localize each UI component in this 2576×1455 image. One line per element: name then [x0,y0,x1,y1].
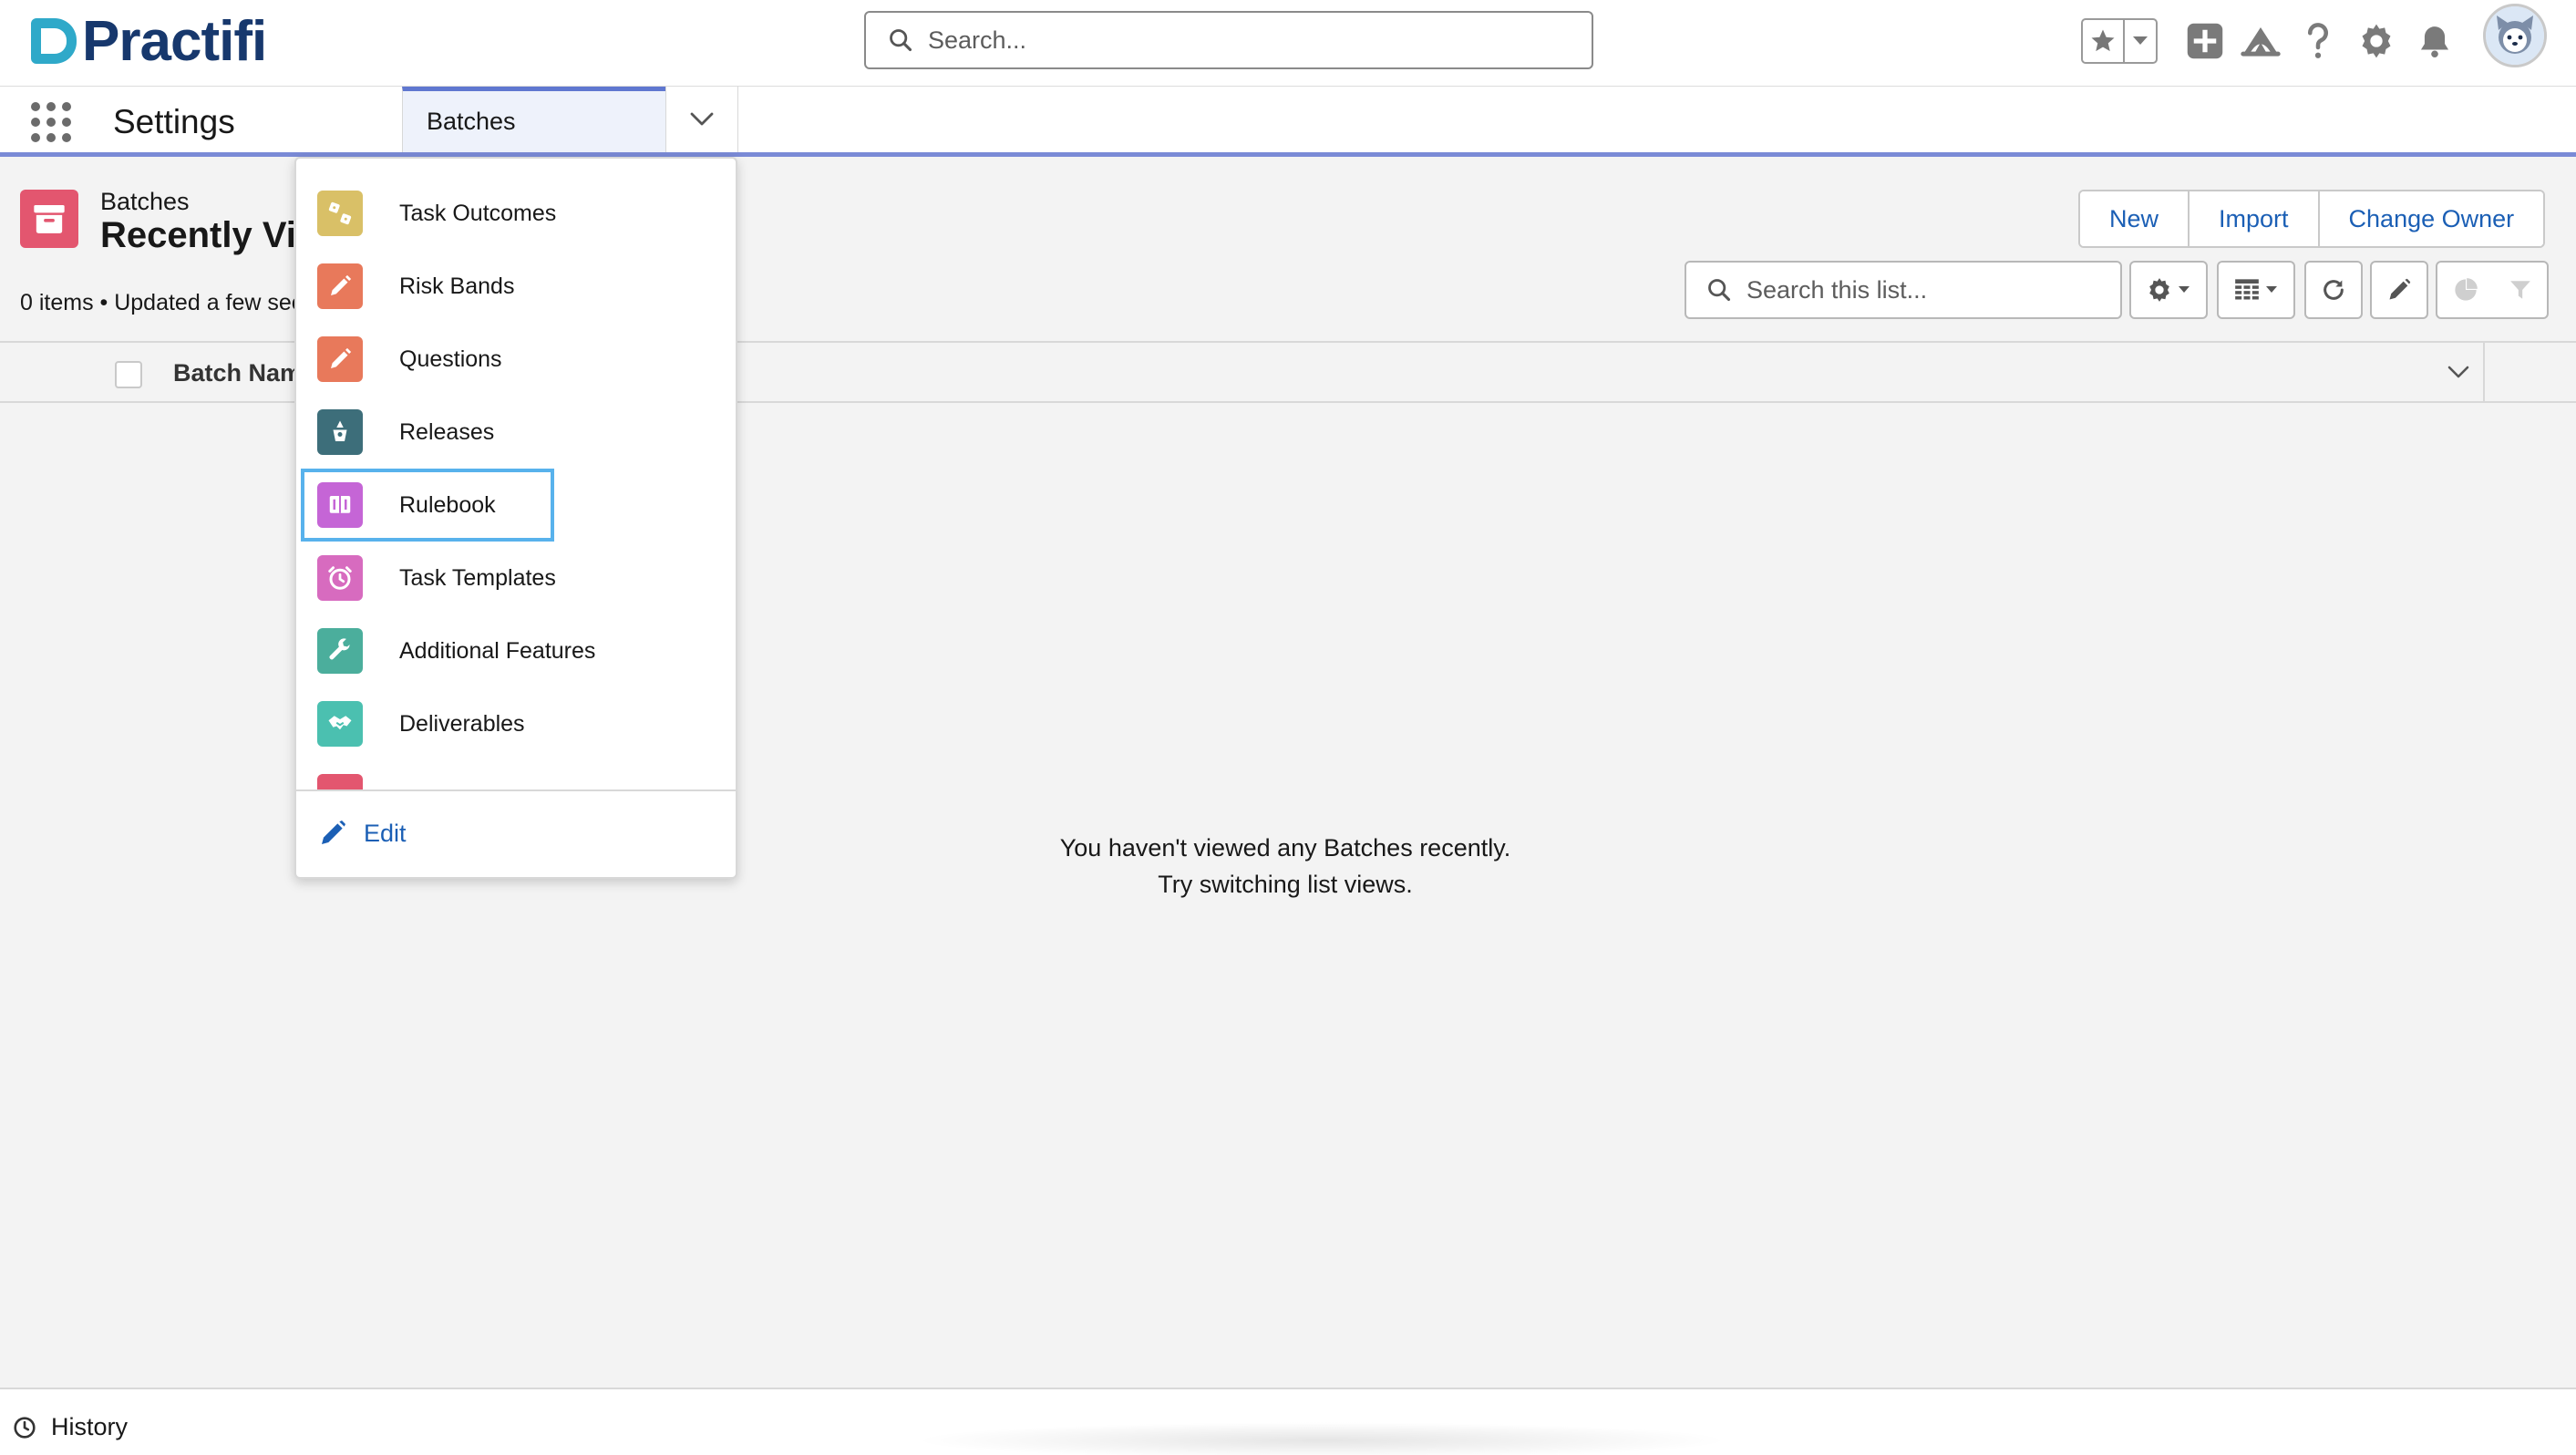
global-search-input[interactable] [928,26,1566,55]
gear-icon [2149,278,2169,302]
empty-state-line-2: Try switching list views. [1158,871,1413,898]
menu-item-questions[interactable]: Questions [296,323,736,396]
avatar[interactable] [2483,4,2547,67]
list-search-input[interactable] [1747,275,2111,304]
chevron-down-icon [2133,36,2148,45]
menu-item-label: Task Templates [399,564,556,591]
nav-tab-batches[interactable]: Batches [402,87,665,152]
menu-item-deliverables[interactable]: Deliverables [296,687,736,760]
nav-items-dropdown-menu: Task Outcomes Risk Bands Questions Relea… [294,157,737,879]
global-header: Practifi [0,0,2576,87]
list-view-controls-button[interactable] [2129,261,2208,319]
menu-item-task-templates[interactable]: Task Templates [296,542,736,614]
setup-button[interactable] [2354,18,2399,64]
chevron-down-icon [2447,366,2469,378]
object-label: Batches [100,188,190,215]
select-all-checkbox[interactable] [115,361,142,388]
table-icon [2235,279,2259,300]
chevron-down-icon [2266,286,2277,293]
batches-object-icon [20,190,78,248]
pencil-icon [2389,278,2411,300]
menu-divider [296,789,736,791]
bell-icon [2420,26,2449,58]
global-actions-button[interactable] [2182,18,2228,64]
help-icon [2307,23,2328,58]
filter-icon[interactable] [2509,278,2532,302]
practifi-logo[interactable]: Practifi [31,10,267,73]
global-search-box[interactable] [864,11,1593,69]
import-button[interactable]: Import [2190,191,2320,246]
star-icon [2091,29,2115,52]
pie-chart-icon[interactable] [2453,277,2478,303]
menu-item-additional-features[interactable]: Additional Features [296,614,736,687]
book-icon [317,482,363,528]
refresh-icon [2324,280,2344,300]
refresh-button[interactable] [2304,261,2363,319]
menu-item-label: Releases [399,418,495,445]
task-outcomes-icon [317,191,363,236]
add-icon [2187,23,2223,59]
favorites-dropdown-button[interactable] [2125,20,2156,62]
edit-nav-items-link[interactable]: Edit [318,819,407,848]
search-icon [1708,279,1731,302]
trailhead-button[interactable] [2238,18,2283,64]
wrench-icon [317,628,363,674]
favorites-button-group [2081,18,2158,64]
user-avatar-icon [2486,6,2544,65]
alarm-clock-icon [317,555,363,601]
footer-shadow [912,1422,1732,1455]
new-button[interactable]: New [2080,191,2190,246]
trailhead-icon [2241,27,2281,57]
app-nav-bar: Settings Batches [0,87,2576,157]
menu-item-label: Risk Bands [399,273,515,299]
menu-item-label: Questions [399,346,502,372]
menu-item-label: Additional Features [399,637,596,664]
archive-icon [34,205,65,233]
release-icon [317,409,363,455]
app-name: Settings [113,103,235,140]
nav-items-dropdown-button[interactable] [665,87,738,152]
help-button[interactable] [2295,18,2341,64]
menu-item-label: Deliverables [399,710,525,737]
chevron-down-icon [690,112,714,126]
menu-item-partial[interactable] [296,760,736,791]
brand-name: Practifi [82,9,267,73]
menu-item-risk-bands[interactable]: Risk Bands [296,250,736,323]
column-actions-button[interactable] [2436,343,2481,401]
list-search-box[interactable] [1685,261,2122,319]
chevron-down-icon [2179,286,2190,293]
menu-item-releases[interactable]: Releases [296,396,736,469]
empty-state-line-1: You haven't viewed any Batches recently. [1059,834,1511,862]
inline-edit-button[interactable] [2370,261,2428,319]
empty-state-message: You haven't viewed any Batches recently.… [921,830,1650,903]
menu-item-label: Task Outcomes [399,200,557,226]
notifications-button[interactable] [2412,18,2458,64]
menu-item-task-outcomes[interactable]: Task Outcomes [296,177,736,250]
favorites-star-button[interactable] [2083,20,2125,62]
history-label: History [51,1413,129,1440]
pencil-icon [322,820,345,844]
pencil-icon [317,336,363,382]
handshake-icon [317,701,363,747]
app-launcher-icon[interactable] [31,102,71,142]
list-actions-button-group: New Import Change Owner [2078,190,2546,248]
menu-item-rulebook[interactable]: Rulebook [301,469,554,542]
change-owner-button[interactable]: Change Owner [2319,191,2544,246]
menu-item-label: Rulebook [399,491,496,518]
display-as-table-button[interactable] [2217,261,2295,319]
practifi-logo-mark [31,18,77,64]
edit-label: Edit [364,819,407,847]
history-button[interactable]: History [13,1413,128,1441]
charts-filters-button-group [2436,261,2549,319]
column-divider [2483,343,2485,401]
gear-icon [2362,24,2391,58]
pencil-icon [317,263,363,309]
search-icon [890,29,912,52]
clock-icon [14,1416,36,1439]
